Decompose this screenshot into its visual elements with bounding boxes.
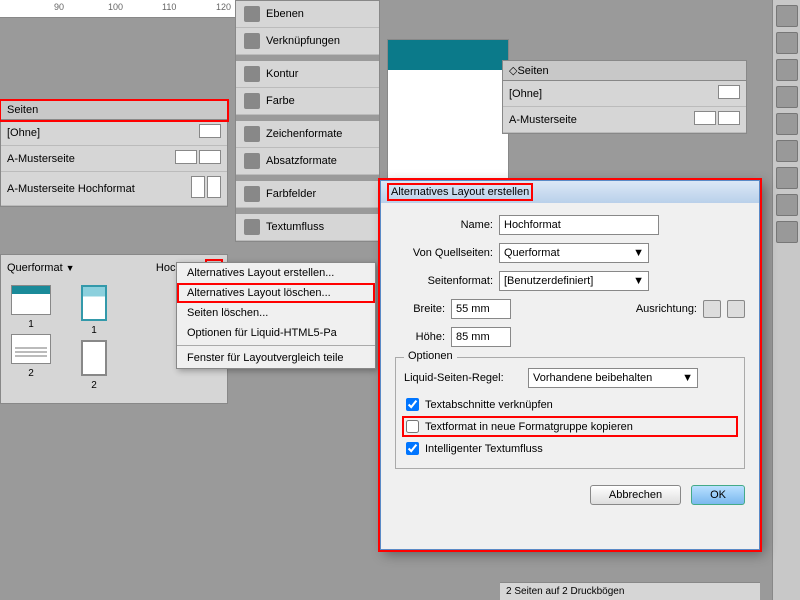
width-label: Breite: — [395, 303, 445, 315]
master-ohne[interactable]: [Ohne] — [1, 120, 227, 146]
canvas-bg — [0, 18, 230, 100]
chk-copy-textformat[interactable]: Textformat in neue Formatgruppe kopieren — [404, 418, 736, 435]
tool-icon[interactable] — [776, 167, 798, 189]
ctx-create-layout[interactable]: Alternatives Layout erstellen... — [177, 263, 375, 283]
source-label: Von Quellseiten: — [395, 247, 493, 259]
panel-farbfelder[interactable]: Farbfelder — [236, 181, 379, 208]
landscape-icon[interactable] — [727, 300, 745, 318]
tool-icon[interactable] — [776, 140, 798, 162]
layers-icon — [244, 6, 260, 22]
ctx-delete-layout[interactable]: Alternatives Layout löschen... — [177, 283, 375, 303]
parastyle-icon — [244, 153, 260, 169]
liquid-label: Liquid-Seiten-Regel: — [404, 372, 522, 384]
panel-zeichen[interactable]: Zeichenformate — [236, 121, 379, 148]
dialog-title-bar: Alternatives Layout erstellen — [381, 181, 759, 203]
source-select[interactable]: Querformat▼ — [499, 243, 649, 263]
page-quer-2[interactable] — [11, 334, 51, 364]
stroke-icon — [244, 66, 260, 82]
seiten-tab-2[interactable]: ◇ Seiten — [503, 61, 746, 81]
page-hoch-1[interactable] — [81, 285, 107, 321]
alt-layout-dialog: Alternatives Layout erstellen Name: Von … — [380, 180, 760, 550]
width-input[interactable] — [451, 299, 511, 319]
panel-absatz[interactable]: Absatzformate — [236, 148, 379, 175]
tool-icon[interactable] — [776, 194, 798, 216]
height-label: Höhe: — [395, 331, 445, 343]
master-ohne-2[interactable]: [Ohne] — [503, 81, 746, 107]
name-label: Name: — [395, 219, 493, 231]
page-hoch-2[interactable] — [81, 340, 107, 376]
tool-icon[interactable] — [776, 113, 798, 135]
layout-quer[interactable]: Querformat▼ — [7, 262, 75, 274]
format-label: Seitenformat: — [395, 275, 493, 287]
name-input[interactable] — [499, 215, 659, 235]
master-a[interactable]: A-Musterseite — [1, 146, 227, 172]
pages-panel-left: Seiten [Ohne] A-Musterseite A-Musterseit… — [0, 100, 228, 207]
portrait-icon[interactable] — [703, 300, 721, 318]
ctx-compare-window[interactable]: Fenster für Layoutvergleich teile — [177, 348, 375, 368]
options-legend: Optionen — [404, 350, 457, 362]
chk-link-text[interactable]: Textabschnitte verknüpfen — [404, 396, 736, 413]
status-bar: 2 Seiten auf 2 Druckbögen — [500, 582, 760, 600]
liquid-select[interactable]: Vorhandene beibehalten▼ — [528, 368, 698, 388]
ctx-liquid-options[interactable]: Optionen für Liquid-HTML5-Pa — [177, 323, 375, 343]
tool-icon[interactable] — [776, 221, 798, 243]
cancel-button[interactable]: Abbrechen — [590, 485, 681, 505]
right-toolbar — [772, 0, 800, 600]
panel-verkn[interactable]: Verknüpfungen — [236, 28, 379, 55]
right-panel-stack: Ebenen Verknüpfungen Kontur Farbe Zeiche… — [235, 0, 380, 242]
master-a-2[interactable]: A-Musterseite — [503, 107, 746, 133]
document-preview — [388, 40, 508, 190]
height-input[interactable] — [451, 327, 511, 347]
page-quer-1[interactable] — [11, 285, 51, 315]
swatches-icon — [244, 186, 260, 202]
tool-icon[interactable] — [776, 32, 798, 54]
tool-icon[interactable] — [776, 59, 798, 81]
master-a-hoch[interactable]: A-Musterseite Hochformat — [1, 172, 227, 206]
panel-ebenen[interactable]: Ebenen — [236, 1, 379, 28]
links-icon — [244, 33, 260, 49]
ok-button[interactable]: OK — [691, 485, 745, 505]
orient-label: Ausrichtung: — [599, 303, 697, 315]
panel-textumfluss[interactable]: Textumfluss — [236, 214, 379, 241]
seiten-tab[interactable]: Seiten — [1, 101, 227, 120]
charstyle-icon — [244, 126, 260, 142]
format-select[interactable]: [Benutzerdefiniert]▼ — [499, 271, 649, 291]
tool-icon[interactable] — [776, 5, 798, 27]
ctx-delete-pages[interactable]: Seiten löschen... — [177, 303, 375, 323]
panel-kontur[interactable]: Kontur — [236, 61, 379, 88]
color-icon — [244, 93, 260, 109]
context-menu: Alternatives Layout erstellen... Alterna… — [176, 262, 376, 369]
tool-icon[interactable] — [776, 86, 798, 108]
pages-panel-right: ◇ Seiten [Ohne] A-Musterseite — [502, 60, 747, 134]
textwrap-icon — [244, 219, 260, 235]
chk-smart-reflow[interactable]: Intelligenter Textumfluss — [404, 440, 736, 457]
panel-farbe[interactable]: Farbe — [236, 88, 379, 115]
